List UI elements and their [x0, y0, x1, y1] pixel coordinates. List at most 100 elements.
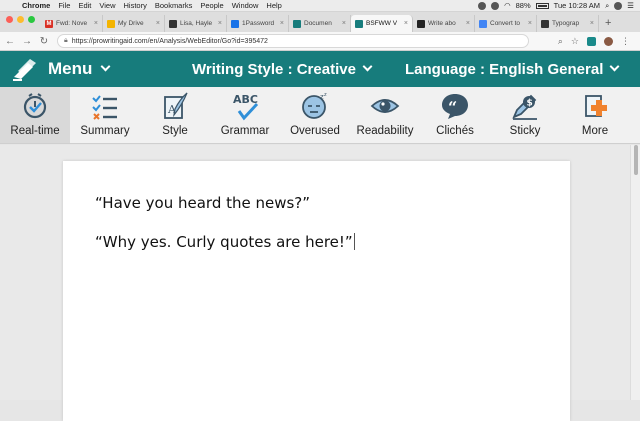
profile-avatar[interactable] — [604, 36, 613, 46]
writing-style-label: Writing Style : Creative — [192, 60, 356, 78]
document-paragraph[interactable]: “Have you heard the news?” — [95, 194, 310, 212]
tool-more[interactable]: More — [560, 87, 630, 143]
tool-label: More — [581, 125, 609, 137]
svg-text:ABC: ABC — [233, 93, 258, 106]
scrollbar-thumb[interactable] — [634, 145, 638, 175]
close-tab-icon[interactable]: × — [156, 20, 160, 27]
close-tab-icon[interactable]: × — [280, 20, 284, 27]
close-tab-icon[interactable]: × — [590, 20, 594, 27]
tool-readability[interactable]: Readability — [350, 87, 420, 143]
browser-tab[interactable]: Write abo × — [413, 15, 475, 32]
writing-style-dropdown[interactable]: Writing Style : Creative — [192, 60, 373, 78]
menu-view[interactable]: View — [95, 0, 119, 12]
browser-tab[interactable]: Lisa, Hayle × — [165, 15, 227, 32]
editor-background: “Have you heard the news?” “Why yes. Cur… — [0, 145, 640, 421]
menu-bar-status: ◠ 88% Tue 10:28 AM ⌕ ☰ — [478, 0, 640, 12]
battery-icon[interactable] — [535, 2, 549, 9]
menu-app-chrome[interactable]: Chrome — [18, 0, 54, 12]
zoom-icon[interactable]: ⌕ — [558, 36, 563, 47]
menu-help[interactable]: Help — [262, 0, 285, 12]
user-icon[interactable] — [614, 1, 623, 10]
browser-tab[interactable]: Convert to × — [475, 15, 537, 32]
report-toolbar: Real-time Summary A Style ABC Grammar z … — [0, 87, 640, 144]
plus-document-icon — [585, 95, 607, 117]
bookmark-star-icon[interactable]: ☆ — [571, 36, 579, 47]
tool-grammar[interactable]: ABC Grammar — [210, 87, 280, 143]
menu-edit[interactable]: Edit — [74, 0, 95, 12]
tool-summary[interactable]: Summary — [70, 87, 140, 143]
browser-tab[interactable]: Typograp × — [537, 15, 599, 32]
language-dropdown[interactable]: Language : English General — [405, 61, 620, 78]
tool-sticky[interactable]: $ Sticky — [490, 87, 560, 143]
tool-cliches[interactable]: “ Clichés — [420, 87, 490, 143]
paragraph-text: “Have you heard the news?” — [95, 194, 311, 212]
tool-real-time[interactable]: Real-time — [0, 87, 70, 143]
new-tab-button[interactable]: + — [599, 17, 617, 32]
wifi-icon[interactable]: ◠ — [504, 0, 511, 12]
zoom-window-button[interactable] — [28, 15, 35, 23]
tab-title: BSFWW V — [366, 20, 398, 27]
forward-icon[interactable]: → — [20, 36, 34, 47]
prowritingaid-logo-icon[interactable] — [12, 57, 38, 81]
browser-tab-strip: M Fwd: Nove × My Drive × Lisa, Hayle × 1Passwor… — [0, 12, 640, 32]
browser-tab[interactable]: 1Password × — [227, 15, 289, 32]
main-menu-button[interactable]: Menu — [48, 59, 111, 79]
mac-menu-bar: Chrome File Edit View History Bookmarks … — [0, 0, 640, 12]
menu-window[interactable]: Window — [228, 0, 263, 12]
lock-icon[interactable]: 🔒︎ — [64, 37, 68, 45]
address-toolbar: ← → ↻ 🔒︎ https://prowritingaid.com/en/An… — [0, 32, 640, 51]
minimize-window-button[interactable] — [17, 15, 24, 23]
chevron-down-icon — [609, 61, 620, 72]
browser-tab[interactable]: Documen × — [289, 15, 351, 32]
tool-label: Clichés — [436, 125, 474, 137]
tool-style[interactable]: A Style — [140, 87, 210, 143]
more-menu-icon[interactable]: ⋮ — [621, 36, 630, 47]
extension-icon[interactable] — [587, 36, 596, 46]
close-tab-icon[interactable]: × — [94, 20, 98, 27]
tool-label: Grammar — [220, 125, 270, 137]
text-cursor — [353, 233, 355, 250]
status-app-icon[interactable] — [478, 1, 487, 10]
search-icon[interactable]: ⌕ — [605, 0, 609, 12]
tool-overused[interactable]: z z Overused — [280, 87, 350, 143]
tool-label: Summary — [80, 125, 130, 137]
menu-bookmarks[interactable]: Bookmarks — [151, 0, 197, 12]
menu-file[interactable]: File — [54, 0, 74, 12]
reload-icon[interactable]: ↻ — [37, 36, 51, 47]
chevron-down-icon — [100, 61, 111, 72]
tab-title: Convert to — [490, 20, 520, 27]
close-tab-icon[interactable]: × — [218, 20, 222, 27]
typography-icon — [541, 19, 549, 28]
browser-tab[interactable]: My Drive × — [103, 15, 165, 32]
menu-history[interactable]: History — [120, 0, 151, 12]
svg-text:“: “ — [448, 98, 457, 117]
checklist-icon — [92, 95, 117, 120]
paragraph-text: “Why yes. Curly quotes are here!” — [95, 233, 353, 251]
eye-icon — [370, 99, 400, 113]
tool-label: Sticky — [509, 125, 541, 137]
browser-tab[interactable]: M Fwd: Nove × — [41, 15, 103, 32]
close-tab-icon[interactable]: × — [404, 20, 408, 27]
menu-list-icon[interactable]: ☰ — [627, 0, 634, 12]
document-paragraph[interactable]: “Why yes. Curly quotes are here!” — [95, 233, 355, 251]
close-tab-icon[interactable]: × — [466, 20, 470, 27]
tab-title: 1Password — [242, 20, 275, 27]
menu-people[interactable]: People — [196, 0, 227, 12]
back-icon[interactable]: ← — [3, 36, 17, 47]
browser-tab[interactable]: BSFWW V × — [351, 15, 413, 32]
notion-icon — [169, 19, 177, 28]
close-tab-icon[interactable]: × — [342, 20, 346, 27]
tired-face-icon: z z — [302, 92, 327, 119]
clock[interactable]: Tue 10:28 AM — [554, 0, 600, 12]
sticky-pen-icon: $ — [512, 94, 537, 120]
tab-title: Fwd: Nove — [56, 20, 88, 27]
status-app-icon[interactable] — [491, 1, 500, 10]
close-window-button[interactable] — [6, 15, 13, 23]
tab-title: Typograp — [552, 20, 580, 27]
tab-title: Documen — [304, 20, 332, 27]
tool-label: Real-time — [10, 125, 60, 137]
close-tab-icon[interactable]: × — [528, 20, 532, 27]
document-page[interactable]: “Have you heard the news?” “Why yes. Cur… — [63, 161, 570, 421]
url-bar[interactable]: 🔒︎ https://prowritingaid.com/en/Analysis… — [57, 34, 529, 48]
editor-scrollbar[interactable] — [630, 145, 640, 400]
